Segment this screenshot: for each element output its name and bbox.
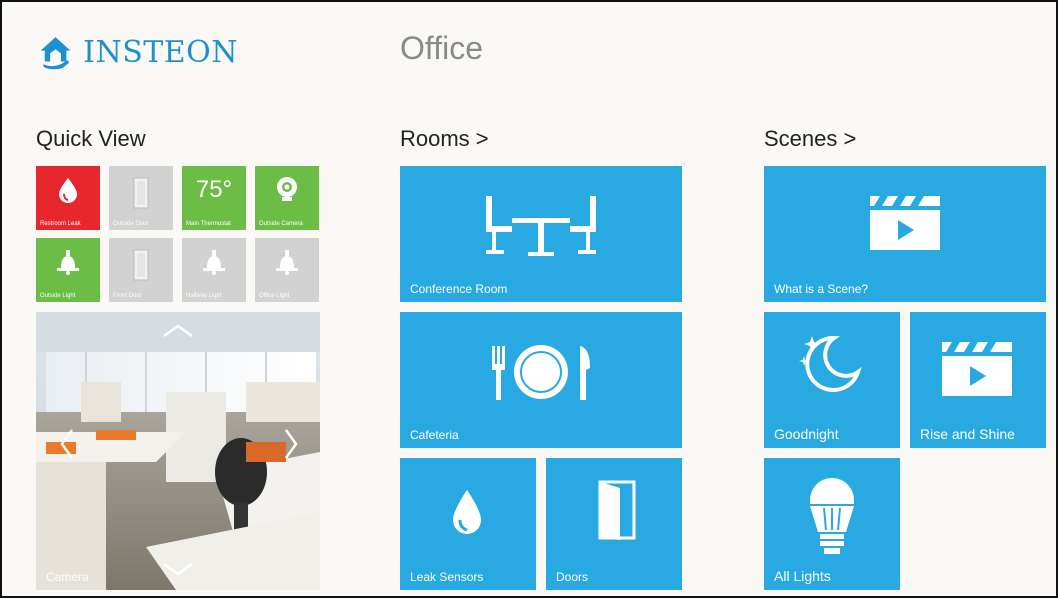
quick-tile-label: Outside Door	[113, 221, 149, 227]
room-tile-label: Doors	[556, 570, 589, 584]
thermostat-value: 75°	[195, 176, 233, 203]
light-bulb-icon	[810, 478, 854, 554]
door-icon	[109, 176, 173, 215]
quick-tile-main-thermostat[interactable]: 75° Main Thermostat	[182, 166, 246, 230]
scene-tile-label: What is a Scene?	[774, 282, 869, 296]
brand-logo[interactable]: INSTEON	[38, 24, 238, 80]
quick-tile-front-door[interactable]: Front Door	[109, 238, 173, 302]
scene-tile-label: Goodnight	[774, 426, 839, 442]
lamp-icon	[255, 248, 319, 281]
door-icon	[109, 248, 173, 287]
quick-tile-label: Outside Light	[40, 293, 76, 299]
scene-tile-what-is-a-scene[interactable]: What is a Scene?	[764, 166, 1046, 302]
app-window: INSTEON Office Quick View Rooms > Scenes…	[0, 0, 1058, 598]
room-tile-label: Cafeteria	[410, 428, 459, 442]
quick-tile-label: Restroom Leak	[40, 221, 81, 227]
conference-table-icon	[486, 196, 596, 256]
chevron-down-icon[interactable]	[162, 562, 194, 576]
room-tile-label: Leak Sensors	[410, 570, 484, 584]
moon-stars-icon	[799, 335, 862, 392]
quick-tile-restroom-leak[interactable]: Restroom Leak	[36, 166, 100, 230]
rooms-heading-link[interactable]: Rooms >	[400, 126, 489, 152]
brand-name: INSTEON	[83, 34, 238, 70]
quick-tile-label: Outside Camera	[259, 221, 303, 227]
quick-tile-outside-light[interactable]: Outside Light	[36, 238, 100, 302]
lamp-icon	[36, 248, 100, 281]
quick-view-heading: Quick View	[36, 126, 146, 151]
chevron-right-icon[interactable]	[284, 428, 298, 460]
quick-tile-label: Hallway Light	[186, 293, 222, 299]
room-tile-doors[interactable]: Doors	[546, 458, 682, 590]
plate-cutlery-icon	[492, 345, 590, 400]
room-tile-leak-sensors[interactable]: Leak Sensors	[400, 458, 536, 590]
camera-feed-image	[36, 312, 320, 590]
lamp-icon	[182, 248, 246, 281]
door-icon	[598, 480, 636, 540]
chevron-left-icon[interactable]	[60, 428, 74, 460]
quick-tile-outside-camera[interactable]: Outside Camera	[255, 166, 319, 230]
camera-icon	[255, 176, 319, 207]
room-tile-cafeteria[interactable]: Cafeteria	[400, 312, 682, 448]
quick-tile-label: Main Thermostat	[186, 221, 231, 227]
scene-tile-label: Rise and Shine	[920, 426, 1015, 442]
quick-tile-label: Front Door	[113, 293, 142, 299]
quick-tile-office-light[interactable]: Office Light	[255, 238, 319, 302]
water-drop-icon	[453, 490, 481, 534]
quick-tile-label: Office Light	[259, 293, 290, 299]
clapperboard-icon	[870, 196, 940, 250]
chevron-up-icon[interactable]	[162, 324, 194, 338]
scene-tile-all-lights[interactable]: All Lights	[764, 458, 900, 590]
scenes-heading-link[interactable]: Scenes >	[764, 126, 856, 152]
scene-tile-label: All Lights	[774, 568, 831, 584]
water-drop-icon	[36, 176, 100, 209]
scene-tile-goodnight[interactable]: Goodnight	[764, 312, 900, 448]
camera-feed[interactable]: Camera	[36, 312, 320, 590]
camera-label: Camera	[46, 570, 89, 584]
quick-tile-hallway-light[interactable]: Hallway Light	[182, 238, 246, 302]
page-title: Office	[400, 30, 483, 66]
house-hand-icon	[40, 37, 71, 70]
scene-tile-rise-and-shine[interactable]: Rise and Shine	[910, 312, 1046, 448]
clapperboard-icon	[942, 342, 1012, 396]
quick-tile-outside-door[interactable]: Outside Door	[109, 166, 173, 230]
room-tile-label: Conference Room	[410, 282, 508, 296]
room-tile-conference-room[interactable]: Conference Room	[400, 166, 682, 302]
